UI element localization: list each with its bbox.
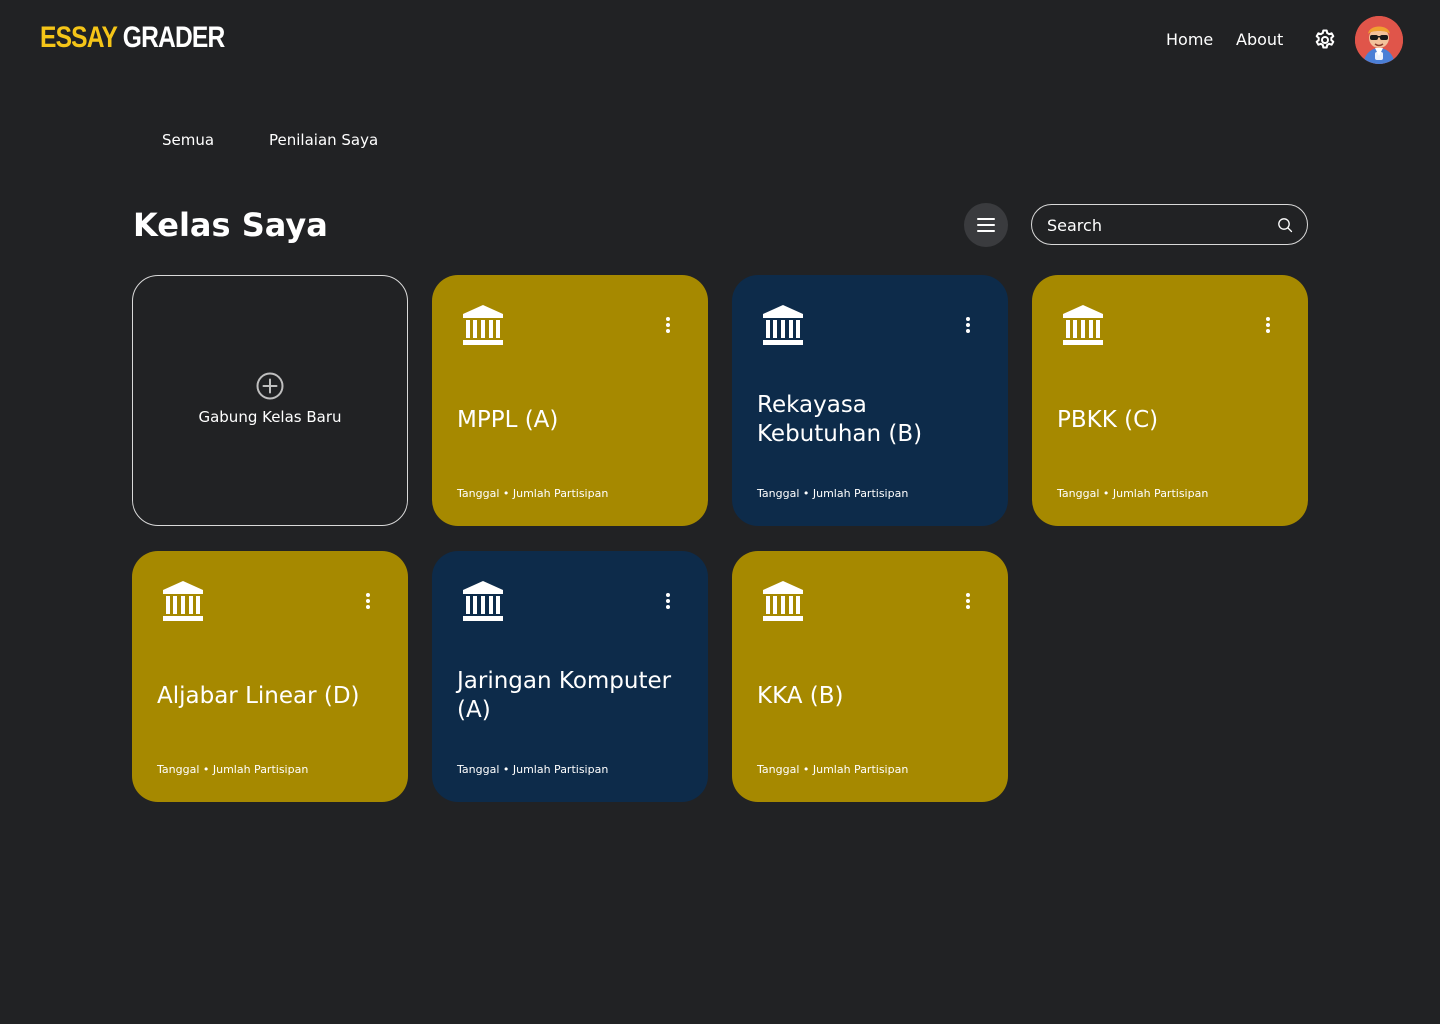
tab-penilaian-saya[interactable]: Penilaian Saya (269, 130, 378, 150)
logo-grader: GRADER (122, 21, 226, 54)
app-logo[interactable]: ESSAY GRADER (40, 20, 226, 56)
bank-icon (163, 581, 203, 621)
bank-icon (463, 581, 503, 621)
top-header: ESSAY GRADER Home About (0, 0, 1440, 80)
class-title: Jaringan Komputer (A) (457, 668, 672, 723)
search-icon[interactable] (1277, 217, 1293, 233)
class-meta: Tanggal • Jumlah Partisipan (457, 763, 609, 776)
class-title: Rekayasa Kebutuhan (B) (757, 392, 923, 447)
page-title: Kelas Saya (133, 206, 328, 244)
more-options-icon[interactable] (362, 592, 374, 610)
logo-essay: ESSAY (40, 21, 118, 54)
tab-semua[interactable]: Semua (162, 130, 214, 150)
bank-icon (1063, 305, 1103, 345)
class-title: PBKK (C) (1057, 406, 1159, 433)
class-title: KKA (B) (757, 682, 844, 709)
gear-icon[interactable] (1313, 28, 1337, 52)
more-options-icon[interactable] (1262, 316, 1274, 334)
bank-icon (763, 305, 803, 345)
nav-home-link[interactable]: Home (1166, 30, 1213, 50)
class-card[interactable]: Rekayasa Kebutuhan (B) Tanggal • Jumlah … (732, 275, 1008, 526)
more-options-icon[interactable] (962, 592, 974, 610)
class-meta: Tanggal • Jumlah Partisipan (757, 487, 909, 500)
class-card[interactable]: Jaringan Komputer (A) Tanggal • Jumlah P… (432, 551, 708, 802)
bank-icon (463, 305, 503, 345)
join-class-label: Gabung Kelas Baru (198, 407, 342, 426)
more-options-icon[interactable] (662, 592, 674, 610)
search-input[interactable] (1047, 214, 1267, 236)
class-meta: Tanggal • Jumlah Partisipan (757, 763, 909, 776)
plus-circle-icon (256, 372, 284, 399)
class-card[interactable]: MPPL (A) Tanggal • Jumlah Partisipan (432, 275, 708, 526)
nav-about-link[interactable]: About (1236, 30, 1283, 50)
class-meta: Tanggal • Jumlah Partisipan (157, 763, 309, 776)
more-options-icon[interactable] (962, 316, 974, 334)
class-card[interactable]: Aljabar Linear (D) Tanggal • Jumlah Part… (132, 551, 408, 802)
class-card[interactable]: KKA (B) Tanggal • Jumlah Partisipan (732, 551, 1008, 802)
class-meta: Tanggal • Jumlah Partisipan (457, 487, 609, 500)
hamburger-menu-button[interactable] (964, 203, 1008, 247)
search-box (1031, 204, 1308, 245)
join-class-card[interactable]: Gabung Kelas Baru (132, 275, 408, 526)
class-card[interactable]: PBKK (C) Tanggal • Jumlah Partisipan (1032, 275, 1308, 526)
class-title: Aljabar Linear (D) (157, 682, 360, 709)
class-meta: Tanggal • Jumlah Partisipan (1057, 487, 1209, 500)
bank-icon (763, 581, 803, 621)
user-avatar[interactable] (1355, 16, 1403, 64)
hamburger-icon (977, 218, 995, 232)
class-title: MPPL (A) (457, 406, 559, 433)
more-options-icon[interactable] (662, 316, 674, 334)
